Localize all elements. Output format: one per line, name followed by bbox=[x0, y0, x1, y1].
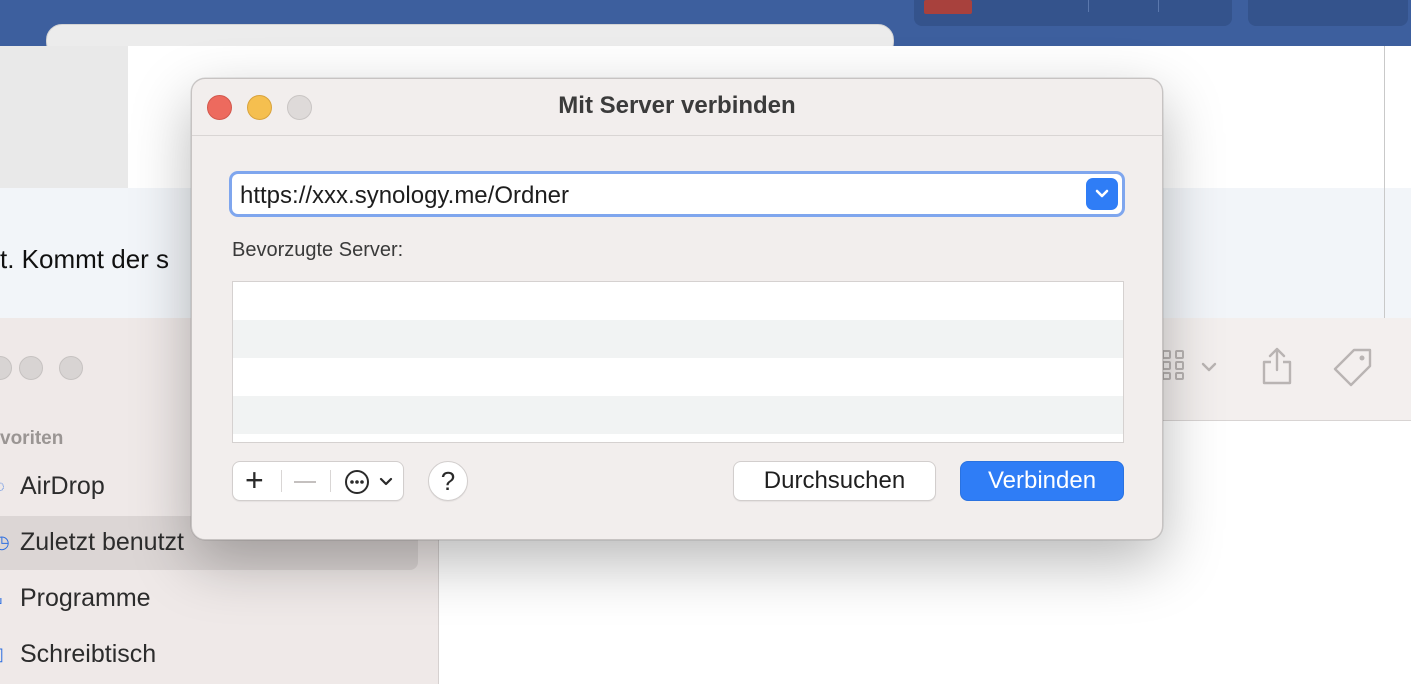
toolbar-group-right[interactable] bbox=[1248, 0, 1408, 26]
server-address-input[interactable]: https://xxx.synology.me/Ordner bbox=[232, 174, 1122, 214]
help-button[interactable]: ? bbox=[428, 461, 468, 501]
apps-icon: ⟓ bbox=[0, 589, 6, 607]
segment-divider bbox=[281, 470, 282, 492]
scrollbar-track bbox=[1384, 46, 1385, 318]
desktop-icon: ▯ bbox=[0, 645, 6, 663]
browse-button[interactable]: Durchsuchen bbox=[733, 461, 936, 501]
toolbar-group-left[interactable] bbox=[914, 0, 1232, 26]
chevron-down-icon[interactable] bbox=[379, 476, 393, 488]
chevron-down-icon bbox=[1095, 189, 1109, 198]
view-grid-icon[interactable] bbox=[1162, 350, 1188, 382]
recent-servers-dropdown[interactable] bbox=[1086, 178, 1118, 210]
sidebar-item-label: Programme bbox=[20, 584, 151, 612]
dialog-title: Mit Server verbinden bbox=[558, 92, 796, 119]
document-margin bbox=[0, 46, 128, 188]
clock-icon: ◷ bbox=[0, 532, 10, 552]
server-address-focus-ring: https://xxx.synology.me/Ordner bbox=[229, 171, 1125, 217]
segment-divider bbox=[330, 470, 331, 492]
connect-button[interactable]: Verbinden bbox=[960, 461, 1124, 501]
server-address-value[interactable]: https://xxx.synology.me/Ordner bbox=[240, 182, 569, 210]
airdrop-icon: ◌ bbox=[0, 477, 6, 495]
list-row[interactable] bbox=[233, 320, 1123, 358]
add-server-button[interactable]: + bbox=[245, 464, 264, 496]
sidebar-item-label: AirDrop bbox=[20, 472, 105, 500]
color-swatch[interactable] bbox=[924, 0, 972, 14]
list-row[interactable] bbox=[233, 282, 1123, 320]
list-actions-control: + bbox=[232, 461, 404, 501]
dialog-titlebar: Mit Server verbinden bbox=[192, 79, 1162, 136]
sidebar-item-desktop[interactable]: ▯ Schreibtisch bbox=[0, 628, 418, 682]
toolbar-divider bbox=[1088, 0, 1089, 12]
more-options-icon[interactable] bbox=[344, 469, 370, 495]
finder-zoom-button[interactable] bbox=[59, 356, 83, 380]
connect-to-server-dialog: Mit Server verbinden https://xxx.synolog… bbox=[191, 78, 1163, 540]
sidebar-section-header: voriten bbox=[0, 428, 64, 449]
finder-minimize-button[interactable] bbox=[19, 356, 43, 380]
sidebar-item-label: Zuletzt benutzt bbox=[20, 528, 184, 556]
remove-server-button[interactable] bbox=[294, 481, 316, 483]
toolbar-divider bbox=[1158, 0, 1159, 12]
list-row[interactable] bbox=[233, 396, 1123, 434]
sidebar-item-label: Schreibtisch bbox=[20, 640, 157, 668]
tag-icon[interactable] bbox=[1332, 346, 1374, 388]
chevron-down-icon[interactable] bbox=[1201, 361, 1217, 373]
favorite-servers-list[interactable] bbox=[232, 281, 1124, 443]
favorite-servers-label: Bevorzugte Server: bbox=[232, 239, 404, 261]
list-row[interactable] bbox=[233, 358, 1123, 396]
sidebar-item-applications[interactable]: ⟓ Programme bbox=[0, 572, 418, 626]
share-icon[interactable] bbox=[1260, 346, 1294, 386]
